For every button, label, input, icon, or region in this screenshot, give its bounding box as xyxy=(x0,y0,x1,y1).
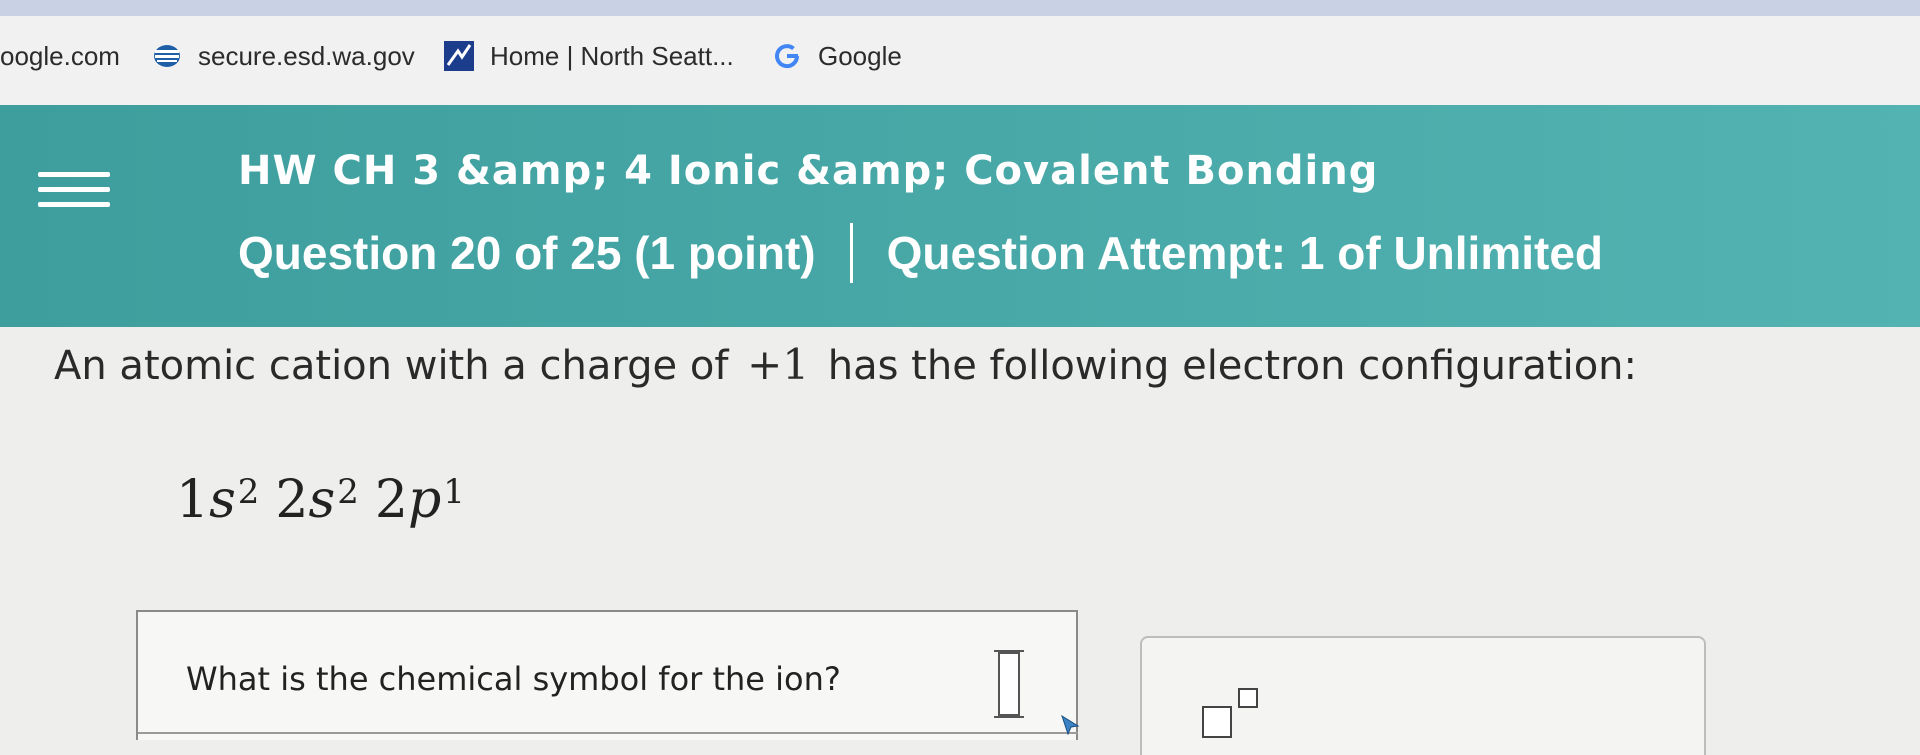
question-text: An atomic cation with a charge of +1 has… xyxy=(54,340,1637,389)
config-term: 2s2 xyxy=(275,470,358,530)
bookmark-google[interactable]: Google xyxy=(772,34,902,78)
bookmark-label: Google xyxy=(818,40,902,71)
ion-symbol-prompt: What is the chemical symbol for the ion? xyxy=(186,660,841,698)
bookmark-label: secure.esd.wa.gov xyxy=(198,40,415,71)
answer-box: What is the chemical symbol for the ion? xyxy=(136,610,1078,740)
bookmark-google-com[interactable]: oogle.com xyxy=(0,34,120,78)
question-text-after: has the following electron configuration… xyxy=(827,343,1638,389)
config-exponent: 2 xyxy=(337,472,359,512)
superscript-box-icon xyxy=(1238,688,1258,708)
config-coefficient: 1 xyxy=(176,470,210,530)
config-orbital: p xyxy=(407,470,442,530)
config-term: 2p1 xyxy=(375,470,465,530)
bookmarks-bar: oogle.com secure.esd.wa.gov Home | North… xyxy=(0,0,1920,105)
bookmark-secure-esd[interactable]: secure.esd.wa.gov xyxy=(152,34,415,78)
config-orbital: s xyxy=(308,470,336,530)
attempt-info: Question Attempt: 1 of Unlimited xyxy=(886,227,1604,279)
assignment-header xyxy=(0,105,1920,327)
header-divider xyxy=(849,223,853,283)
hamburger-menu-icon[interactable] xyxy=(38,172,110,222)
question-text-before: An atomic cation with a charge of xyxy=(54,343,729,389)
mouse-pointer-icon xyxy=(1061,714,1080,736)
config-exponent: 1 xyxy=(443,472,465,512)
ion-symbol-input[interactable] xyxy=(994,650,1024,718)
answer-box-divider xyxy=(138,732,1078,734)
superscript-button[interactable] xyxy=(1202,688,1272,744)
config-term: 1s2 xyxy=(176,470,259,530)
ion-charge: +1 xyxy=(747,340,810,389)
north-seattle-icon xyxy=(444,41,474,71)
bookmark-north-seattle[interactable]: Home | North Seatt... xyxy=(444,34,734,78)
bookmark-label: oogle.com xyxy=(0,40,120,71)
electron-configuration: 1s2 2s2 2p1 xyxy=(176,470,481,530)
base-box-icon xyxy=(1202,706,1232,738)
google-g-icon xyxy=(772,41,802,71)
math-tools-panel xyxy=(1140,636,1706,755)
site-stripes-icon xyxy=(152,41,182,71)
config-coefficient: 2 xyxy=(374,470,408,530)
bookmark-label: Home | North Seatt... xyxy=(490,40,734,71)
config-coefficient: 2 xyxy=(275,470,309,530)
config-exponent: 2 xyxy=(237,472,260,512)
question-number: Question 20 of 25 (1 point) xyxy=(238,227,816,279)
assignment-title: HW CH 3 &amp; 4 Ionic &amp; Covalent Bon… xyxy=(238,148,1379,194)
question-info-line: Question 20 of 25 (1 point) Question Att… xyxy=(238,222,1603,284)
config-orbital: s xyxy=(209,470,236,530)
